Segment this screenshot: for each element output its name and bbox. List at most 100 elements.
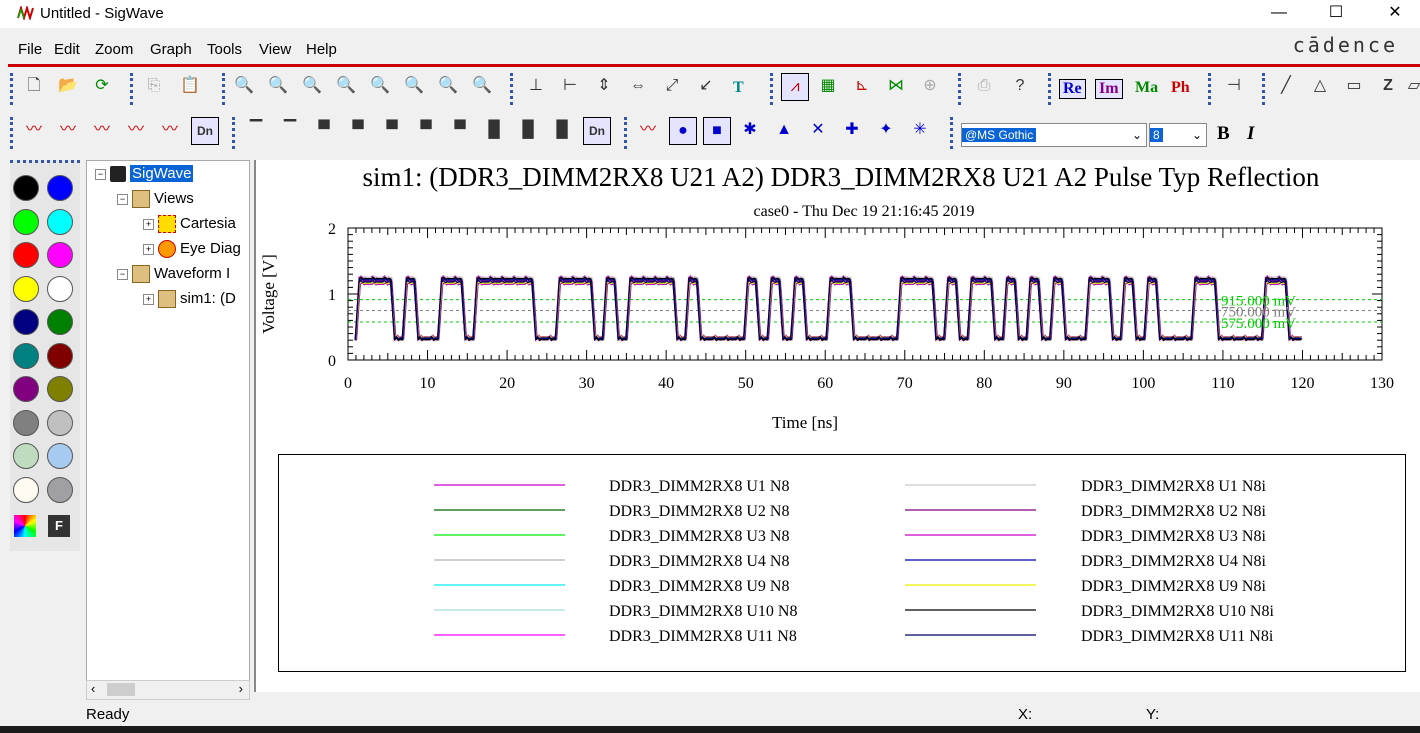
help-icon[interactable]: ?	[1007, 73, 1033, 99]
collapse-icon[interactable]: −	[95, 168, 106, 180]
collapse-icon[interactable]: −	[117, 268, 128, 280]
menu-help[interactable]: Help	[306, 41, 337, 58]
zoom-box-icon[interactable]: 🔍	[401, 73, 427, 99]
marker-asterisk-icon[interactable]: ✳	[907, 117, 933, 143]
imag-button[interactable]: Im	[1095, 79, 1123, 99]
magnitude-button[interactable]: Ma	[1135, 79, 1158, 97]
color-swatch[interactable]	[13, 275, 39, 302]
paste-icon[interactable]: 📋	[177, 73, 203, 99]
marker-none-icon[interactable]: 〰	[635, 117, 661, 143]
marker-diamond-icon[interactable]: ✦	[873, 117, 899, 143]
tree-waveform[interactable]: − Waveform I	[117, 264, 230, 284]
tree-eye[interactable]: + Eye Diag	[143, 239, 241, 259]
line-width-3-icon[interactable]: ▀	[311, 117, 337, 143]
real-button[interactable]: Re	[1059, 79, 1086, 99]
marker-square-icon[interactable]: ■	[703, 117, 731, 145]
histogram-icon[interactable]: ⊾	[849, 73, 875, 99]
triangle-tool-icon[interactable]: △	[1307, 73, 1333, 99]
text-tool-icon[interactable]: T	[733, 79, 744, 97]
wave-style-4-icon[interactable]: 〰	[123, 117, 149, 143]
line-width-default-icon[interactable]: Dn	[583, 117, 611, 145]
marker-triangle-icon[interactable]: ▲	[771, 117, 797, 143]
line-width-2-icon[interactable]: ▔	[277, 117, 303, 143]
menu-view[interactable]: View	[259, 41, 291, 58]
minimize-button[interactable]: —	[1256, 2, 1302, 26]
zoom-out-icon[interactable]: 🔍	[265, 73, 291, 99]
polygon-tool-icon[interactable]: ▱	[1401, 73, 1420, 99]
marker-x-icon[interactable]: ✕	[805, 117, 831, 143]
scroll-right-icon[interactable]: ›	[239, 681, 243, 696]
color-swatch[interactable]	[47, 309, 73, 335]
wave-style-1-icon[interactable]: 〰	[21, 117, 47, 143]
zigzag-tool-icon[interactable]: Z	[1375, 73, 1401, 99]
expand-icon[interactable]: +	[143, 243, 154, 255]
phase-button[interactable]: Ph	[1171, 79, 1190, 97]
eye-diagram-icon[interactable]: ⋈	[883, 73, 909, 99]
new-file-icon[interactable]: 🗋	[21, 73, 47, 99]
color-swatch[interactable]	[47, 242, 73, 268]
scroll-left-icon[interactable]: ‹	[91, 681, 95, 696]
collapse-icon[interactable]: −	[117, 193, 128, 205]
zoom-in-icon[interactable]: 🔍	[231, 73, 257, 99]
line-tool-icon[interactable]: ╱	[1273, 73, 1299, 99]
expand-icon[interactable]: +	[143, 218, 154, 230]
menu-file[interactable]: File	[18, 41, 42, 58]
wave-style-5-icon[interactable]: 〰	[157, 117, 183, 143]
zoom-y-icon[interactable]: 🔍	[367, 73, 393, 99]
print-icon[interactable]: ⎙	[971, 73, 997, 99]
color-swatch[interactable]	[47, 443, 73, 469]
expand-icon[interactable]: +	[143, 293, 154, 305]
tree-horizontal-scrollbar[interactable]: ‹ ›	[86, 680, 250, 700]
color-swatch[interactable]	[47, 175, 73, 201]
tree-views[interactable]: − Views	[117, 189, 194, 209]
custom-color-icon[interactable]	[14, 515, 36, 537]
tree-sim[interactable]: + sim1: (D	[143, 289, 236, 309]
color-swatch[interactable]	[47, 476, 73, 503]
color-swatch[interactable]	[13, 443, 39, 469]
line-width-10-icon[interactable]: █	[549, 117, 575, 143]
menu-zoom[interactable]: Zoom	[95, 41, 133, 58]
pin-icon[interactable]: ⊣	[1221, 73, 1247, 99]
line-width-6-icon[interactable]: ▀	[413, 117, 439, 143]
line-width-8-icon[interactable]: █	[481, 117, 507, 143]
fill-color-icon[interactable]: F	[48, 515, 70, 537]
cartesian-view-icon[interactable]: ⩘	[781, 73, 809, 101]
wave-style-2-icon[interactable]: 〰	[55, 117, 81, 143]
menu-graph[interactable]: Graph	[150, 41, 192, 58]
marker-star-icon[interactable]: ✱	[737, 117, 763, 143]
font-name-select[interactable]: @MS Gothic ⌄	[961, 123, 1147, 147]
wave-style-default-icon[interactable]: Dn	[191, 117, 219, 145]
color-swatch[interactable]	[13, 242, 39, 268]
menu-edit[interactable]: Edit	[54, 41, 80, 58]
diagonal-icon[interactable]: ⤢	[659, 73, 685, 99]
chart-canvas[interactable]: 0 10 20 30 40 50 60 70 80 90 100 110 120 130 0 1 2 Time […	[256, 160, 1420, 450]
font-size-select[interactable]: 8 ⌄	[1149, 123, 1207, 147]
color-swatch[interactable]	[13, 376, 39, 402]
close-button[interactable]: ✕	[1372, 2, 1418, 26]
color-swatch[interactable]	[47, 275, 73, 302]
text-marker-icon[interactable]: ↙	[693, 73, 719, 99]
zoom-x-icon[interactable]: 🔍	[333, 73, 359, 99]
marker-horizontal-icon[interactable]: ⇔	[625, 73, 651, 99]
line-width-9-icon[interactable]: █	[515, 117, 541, 143]
wave-style-3-icon[interactable]: 〰	[89, 117, 115, 143]
bold-button[interactable]: B	[1217, 123, 1230, 145]
color-swatch[interactable]	[13, 309, 39, 335]
rectangle-tool-icon[interactable]: ▭	[1341, 73, 1367, 99]
color-swatch[interactable]	[13, 476, 39, 503]
color-swatch[interactable]	[47, 376, 73, 402]
color-swatch[interactable]	[47, 342, 73, 369]
marker-baseline-icon[interactable]: ⊥	[523, 73, 549, 99]
line-width-7-icon[interactable]: ▀	[447, 117, 473, 143]
color-swatch[interactable]	[47, 409, 73, 436]
scroll-thumb[interactable]	[107, 683, 135, 696]
polar-view-icon[interactable]: ⊕	[917, 73, 943, 99]
zoom-all-icon[interactable]: 🔍	[469, 73, 495, 99]
color-swatch[interactable]	[13, 175, 39, 201]
marker-circle-icon[interactable]: ●	[669, 117, 697, 145]
tree-cartesian[interactable]: + Cartesia	[143, 214, 236, 234]
color-swatch[interactable]	[47, 208, 73, 235]
zoom-fit-icon[interactable]: 🔍	[299, 73, 325, 99]
open-folder-icon[interactable]: 📂	[55, 73, 81, 99]
grid-view-icon[interactable]: ▦	[815, 73, 841, 99]
